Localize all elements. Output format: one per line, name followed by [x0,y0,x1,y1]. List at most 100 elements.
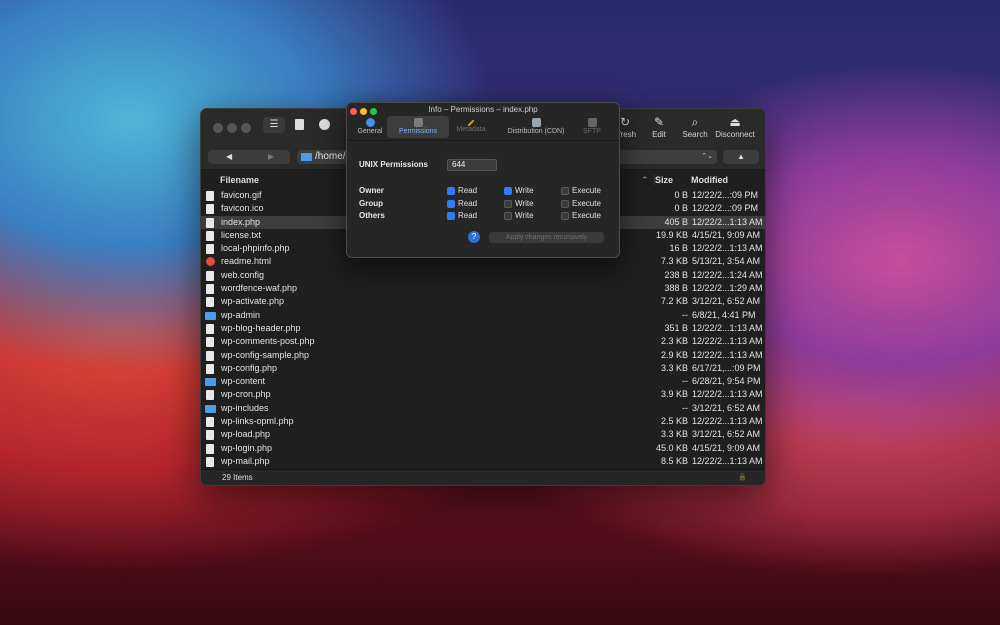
modified-column-header[interactable]: Modified [691,175,728,185]
file-name: wp-blog-header.php [221,322,301,333]
file-modified: 12/22/2...:09 PM [692,203,759,214]
file-size: 3.9 KB [660,389,688,400]
permission-row-label: Owner [359,186,384,195]
read-checkbox[interactable] [447,199,455,208]
file-row[interactable]: wp-config-sample.php 2.9 KB 12/22/2...1:13… [201,349,765,362]
file-row[interactable]: wp-content -- 6/28/21, 9:54 PM [201,375,765,388]
apply-recursively-button[interactable]: Apply changes recursively [489,232,604,243]
document-icon [206,244,214,255]
file-row[interactable]: wp-blog-header.php 351 B 12/22/2...1:13 AM [201,322,765,335]
forward-arrow-icon[interactable]: ▶ [268,150,274,164]
search-button[interactable]: ⌕ Search [673,115,717,139]
document-icon [206,443,214,454]
file-name: wordfence-waf.php [221,283,298,294]
bookmarks-icon[interactable] [295,119,304,130]
back-arrow-icon[interactable]: ◀ [226,150,232,164]
file-modified: 12/22/2...1:29 AM [692,283,763,294]
file-size: 3.3 KB [660,362,688,373]
size-column-header[interactable]: Size [654,175,673,185]
execute-checkbox[interactable] [561,187,569,195]
file-modified: 12/22/2...1:13 AM [692,322,763,333]
history-icon[interactable] [319,119,330,130]
folder-icon [205,311,216,320]
permission-row-label: Group [359,198,383,208]
file-row[interactable]: wp-comments-post.php 2.3 KB 12/22/2...1:13… [201,335,765,348]
read-checkbox[interactable] [447,212,455,220]
file-size: 2.9 KB [660,349,688,360]
divider [347,140,619,141]
help-button[interactable]: ? [468,231,480,243]
write-checkbox[interactable] [504,199,512,208]
tab-label: Permissions [398,128,438,135]
file-row[interactable]: wp-links-opml.php 2.5 KB 12/22/2...1:13 AM [201,415,765,428]
file-name: wp-load.php [221,429,271,440]
file-size: 2.3 KB [660,336,688,347]
folder-icon [205,404,216,413]
tab-label: General [357,128,383,135]
tab-sftp[interactable]: SFTP [561,116,619,135]
write-checkbox[interactable] [504,212,512,220]
document-icon [206,284,214,295]
file-name: wp-includes [221,402,269,413]
file-row[interactable]: wordfence-waf.php 388 B 12/22/2...1:29 AM [201,282,765,295]
tab-metadata[interactable]: Metadata [440,116,502,133]
execute-checkbox[interactable] [561,212,569,220]
document-icon [206,430,214,441]
file-name: web.config [221,269,265,280]
file-size: 16 B [669,243,688,254]
file-modified: 6/17/21,...:09 PM [692,362,761,373]
file-size: 0 B [674,203,688,214]
path-dropdown-icon[interactable]: ⌃⌄ [701,150,713,164]
file-size: 2.5 KB [660,416,688,427]
read-checkbox[interactable] [447,187,455,195]
tab-label: SFTP [583,128,601,135]
file-row[interactable]: wp-activate.php 7.2 KB 3/12/21, 6:52 AM [201,295,765,308]
file-row[interactable]: wp-mail.php 8.5 KB 12/22/2...1:13 AM [201,455,765,468]
zoom-light[interactable] [241,123,251,133]
sort-indicator-icon: ⌃ [641,175,649,185]
filename-column-header[interactable]: Filename [220,175,259,185]
execute-label: Execute [572,186,601,195]
file-size: 238 B [664,269,688,280]
file-modified: 4/15/21, 9:09 AM [692,229,761,240]
file-size: 45.0 KB [655,442,688,453]
execute-checkbox[interactable] [561,199,569,208]
file-name: wp-config.php [221,362,278,373]
file-row[interactable]: wp-includes -- 3/12/21, 6:52 AM [201,402,765,415]
file-row[interactable]: wp-config.php 3.3 KB 6/17/21,...:09 PM [201,362,765,375]
lock-icon [413,118,423,127]
parent-folder-button[interactable]: ▲ [723,150,759,164]
file-row[interactable]: wp-cron.php 3.9 KB 12/22/2...1:13 AM [201,388,765,401]
search-label: Search [682,130,708,139]
octal-permissions-field[interactable]: 644 [447,159,497,171]
write-checkbox[interactable] [504,187,512,195]
minimize-light[interactable] [227,123,237,133]
file-row[interactable]: wp-load.php 3.3 KB 3/12/21, 6:52 AM [201,428,765,441]
file-name: wp-cron.php [221,389,271,400]
document-icon [206,456,214,467]
document-icon [206,230,214,241]
file-row[interactable]: web.config 238 B 12/22/2...1:24 AM [201,269,765,282]
document-icon [206,350,214,361]
outline-view-icon[interactable]: ☰ [263,117,285,133]
close-light[interactable] [213,123,223,133]
file-modified: 3/12/21, 6:52 AM [692,402,761,413]
file-name: wp-content [221,376,266,387]
document-icon [206,204,214,215]
file-size: 19.9 KB [655,229,688,240]
document-icon [206,297,214,308]
disconnect-button[interactable]: ⏏ Disconnect [713,115,757,139]
file-size: 3.3 KB [660,429,688,440]
read-label: Read [458,198,478,208]
permission-row-label: Others [359,211,385,220]
write-label: Write [515,186,534,195]
file-modified: 6/8/21, 4:41 PM [692,309,756,320]
tab-label: Distribution (CDN) [507,128,565,135]
file-row[interactable]: wp-login.php 45.0 KB 4/15/21, 9:09 AM [201,442,765,455]
file-row[interactable]: wp-admin -- 6/8/21, 4:41 PM [201,309,765,322]
magnifier-icon: ⌕ [691,115,699,129]
tab-distribution-cdn[interactable]: Distribution (CDN) [504,116,568,135]
document-icon [206,417,214,428]
back-forward-control: ◀ ▶ [208,150,290,164]
file-size: 351 B [664,322,688,333]
